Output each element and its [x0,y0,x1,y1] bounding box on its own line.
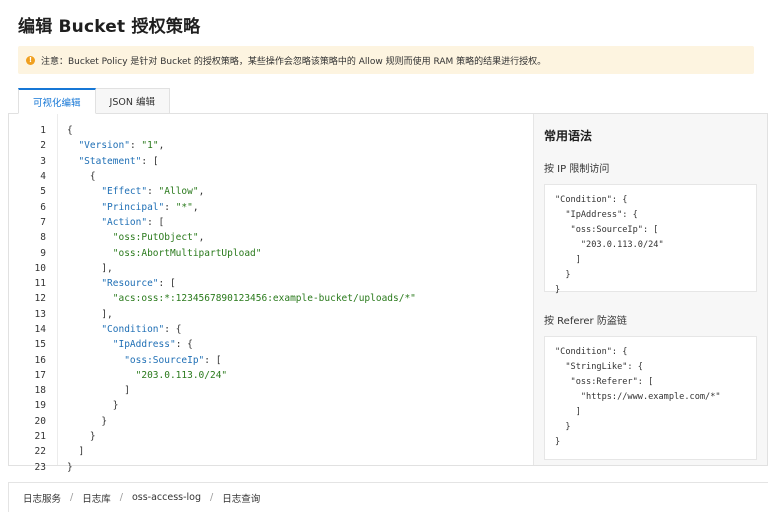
line-number: 9 [40,247,46,259]
code-text: } [67,461,73,473]
code-line: 10 ], [9,261,533,276]
code-line: 14 "Condition": { [9,322,533,337]
code-line: 6 "Principal": "*", [9,199,533,214]
breadcrumb-separator: / [70,492,74,503]
breadcrumb-separator: / [119,492,123,503]
code-line: 18 ] [9,383,533,398]
line-number: 1 [40,125,46,137]
tab-visual-edit[interactable]: 可视化编辑 [18,88,96,114]
code-text: ], [67,262,113,274]
code-editor[interactable]: 1{2 "Version": "1", 3 "Statement": [4 {5 … [9,114,533,473]
breadcrumb-separator: / [210,492,214,503]
code-line: 15 "IpAddress": { [9,337,533,352]
notice-text: 注意：Bucket Policy 是针对 Bucket 的授权策略，某些操作会忽… [41,56,547,67]
referer-label: 按 Referer 防盗链 [544,316,627,327]
line-number: 8 [40,232,46,244]
editor-panel: 1{2 "Version": "1", 3 "Statement": [4 {5 … [8,113,768,473]
common-syntax-sidebar: 常用语法 按 IP 限制访问 "Condition": { "IpAddress… [533,114,767,465]
code-line: 13 ], [9,307,533,322]
code-line: 12 "acs:oss:*:1234567890123456:example-b… [9,291,533,306]
code-text: } [67,415,108,427]
code-line: 3 "Statement": [ [9,154,533,169]
breadcrumb: 日志服务 / 日志库 / oss-access-log / 日志查询 [8,482,768,512]
code-line: 22 ] [9,444,533,459]
line-number: 10 [34,262,46,274]
line-number: 15 [34,339,46,351]
code-line: 21 } [9,429,533,444]
line-number: 17 [34,369,46,381]
code-line: 23} [9,460,533,475]
code-text: "Resource": [ [101,278,176,290]
code-text: "oss:SourceIp": [ [124,354,222,366]
code-line: 1{ [9,123,533,138]
code-text: "acs:oss:*:1234567890123456:example-buck… [112,293,416,305]
warning-icon: ! [26,55,35,65]
code-text: "Effect": "Allow", [101,186,205,198]
line-number: 22 [34,446,46,458]
code-line: 7 "Action": [ [9,215,533,230]
line-number: 12 [34,293,46,305]
code-text: "Statement": [ [78,155,159,167]
code-text: ] [67,385,130,397]
code-line: 8 "oss:PutObject", [9,230,533,245]
code-line: 20 } [9,414,533,429]
code-line: 9 "oss:AbortMultipartUpload" [9,245,533,260]
line-number: 19 [34,400,46,412]
breadcrumb-log-query[interactable]: 日志查询 [222,491,260,505]
code-text: "oss:AbortMultipartUpload" [112,247,262,259]
line-number: 20 [34,415,46,427]
code-text: } [67,400,119,412]
editor-tabs: 可视化编辑 JSON 编辑 [18,88,170,114]
line-number: 4 [40,171,46,183]
code-text: } [67,431,96,443]
line-number: 23 [34,461,46,473]
code-line: 4 { [9,169,533,184]
line-number: 14 [34,324,46,335]
breadcrumb-oss-access-log[interactable]: oss-access-log [132,492,201,503]
code-line: 5 "Effect": "Allow", [9,184,533,199]
code-line: 17 "203.0.113.0/24" [9,368,533,383]
code-text: "Version": "1", [78,140,165,152]
line-number: 6 [40,201,46,213]
referer-snippet[interactable]: "Condition": { "StringLike": { "oss:Refe… [544,336,757,460]
code-text: "Condition": { [101,324,182,335]
line-number: 21 [34,431,46,443]
code-text: ] [67,446,85,458]
sidebar-title: 常用语法 [544,129,593,143]
code-text: "oss:PutObject", [112,232,205,244]
tab-json-edit[interactable]: JSON 编辑 [94,88,170,114]
line-number: 7 [40,216,46,228]
code-line: 2 "Version": "1", [9,138,533,153]
ip-restriction-label: 按 IP 限制访问 [544,164,610,175]
code-text: "Principal": "*", [101,201,199,213]
breadcrumb-log-service[interactable]: 日志服务 [23,491,61,505]
page-title: 编辑 Bucket 授权策略 [18,17,201,37]
line-number: 16 [34,354,46,366]
code-text: "203.0.113.0/24" [135,369,228,381]
line-number: 3 [40,155,46,167]
notice-banner: ! 注意：Bucket Policy 是针对 Bucket 的授权策略，某些操作… [18,46,754,74]
line-number: 11 [34,278,46,290]
code-line: 16 "oss:SourceIp": [ [9,352,533,367]
breadcrumb-logstore[interactable]: 日志库 [82,491,111,505]
line-number: 5 [40,186,46,198]
code-text: "Action": [ [101,216,165,228]
ip-restriction-snippet[interactable]: "Condition": { "IpAddress": { "oss:Sourc… [544,184,757,295]
line-number: 2 [40,140,46,152]
code-text: "IpAddress": { [112,339,193,351]
line-number: 18 [34,385,46,397]
code-text: { [67,125,73,137]
line-number: 13 [34,308,46,320]
code-text: { [67,171,96,183]
code-line: 11 "Resource": [ [9,276,533,291]
code-text: ], [67,308,113,320]
code-line: 19 } [9,398,533,413]
